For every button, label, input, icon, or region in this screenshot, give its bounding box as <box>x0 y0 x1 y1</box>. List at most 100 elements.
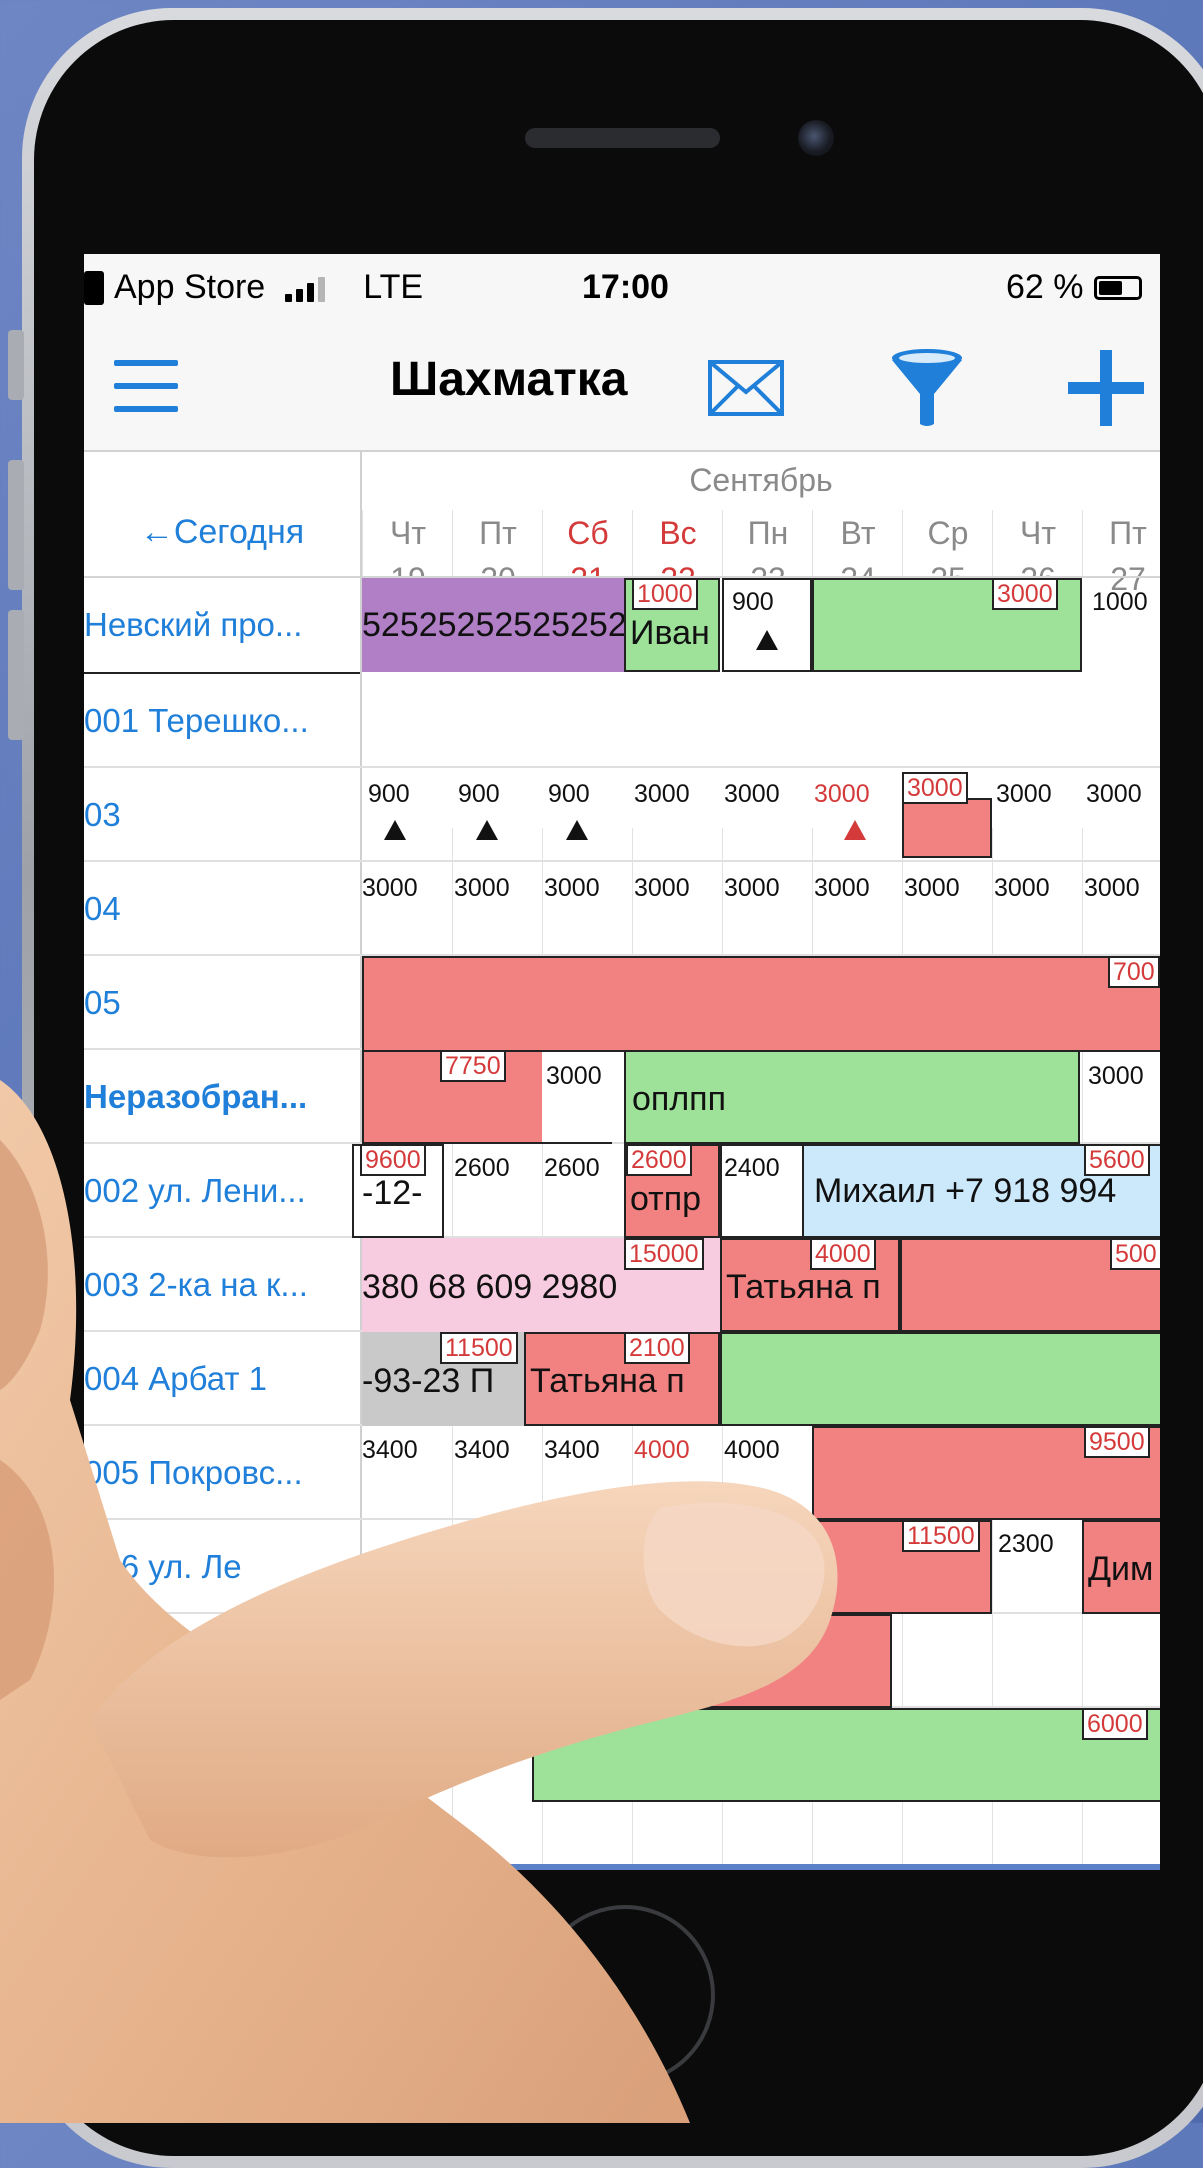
price: 3000 <box>1086 780 1142 808</box>
room-label[interactable]: 005 Покровс... <box>84 1426 360 1520</box>
home-button[interactable] <box>535 1905 715 2085</box>
day-header[interactable]: Ср25 <box>902 510 993 597</box>
price-tag: 15000 <box>624 1238 704 1270</box>
booking-guest: Дим <box>1088 1550 1154 1588</box>
day-header[interactable]: Пн23 <box>722 510 813 597</box>
booking-guest: оплпп <box>632 1080 726 1118</box>
page-title: Шахматка <box>390 353 628 406</box>
signal-icon <box>285 274 326 302</box>
room-label[interactable]: 002 ул. Лени... <box>84 1144 360 1238</box>
room-label[interactable]: 004 Арбат 1 <box>84 1332 360 1426</box>
price: 2600 <box>544 1154 600 1182</box>
room-label[interactable]: 003 2-ка на к... <box>84 1238 360 1332</box>
day-header[interactable]: Пт 27 <box>1082 510 1160 597</box>
nav-bar: Шахматка <box>84 322 1160 452</box>
price-tag: 9600 <box>360 1144 426 1176</box>
price: 3000 <box>546 1062 602 1090</box>
price: 4000 <box>724 1436 780 1464</box>
price: 2400 <box>724 1154 780 1182</box>
phone-screen: App Store LTE 17:00 62 % Шахматка Сентяб… <box>84 254 1160 1870</box>
back-to-app-icon[interactable] <box>84 270 104 305</box>
price-tag: 700 <box>1108 956 1160 988</box>
warning-icon <box>384 820 406 840</box>
booking-guest: 5252525252525252 <box>362 606 624 644</box>
back-app-label[interactable]: App Store <box>114 268 265 307</box>
warning-icon <box>756 630 778 650</box>
booking-guest: Татьяна п <box>530 1362 685 1400</box>
day-header[interactable]: Чт19 <box>362 510 453 597</box>
warning-icon <box>566 820 588 840</box>
price: 900 <box>548 780 590 808</box>
day-header[interactable]: Сб21 <box>542 510 633 597</box>
price: 3000 <box>454 874 510 902</box>
booking-grid: Сентябрь ←Сегодня Чт19 Пт20 Сб21 Вс22 Пн… <box>84 450 1160 1870</box>
price: 3000 <box>544 874 600 902</box>
booking-block[interactable] <box>362 956 1160 1052</box>
room-label[interactable]: 006 ул. Ле <box>84 1520 360 1614</box>
day-header[interactable]: Вт24 <box>812 510 903 597</box>
day-header[interactable]: Вс22 <box>632 510 723 597</box>
price-tag: 500 <box>1110 1238 1160 1270</box>
price-tag: 5600 <box>1084 1144 1150 1176</box>
mail-icon[interactable] <box>708 360 784 421</box>
booking-guest: Иван <box>630 614 710 652</box>
day-header[interactable]: Чт26 <box>992 510 1083 597</box>
menu-icon[interactable] <box>114 360 178 412</box>
day-header[interactable]: Пт20 <box>452 510 543 597</box>
add-icon[interactable] <box>1068 348 1144 433</box>
price-tag: 7750 <box>440 1050 506 1082</box>
booking-block[interactable] <box>632 1614 892 1708</box>
price: 3000 <box>996 780 1052 808</box>
price: 3000 <box>724 874 780 902</box>
status-time: 17:00 <box>582 268 669 306</box>
booking-guest: отпр <box>630 1180 702 1218</box>
price-tag: 2100 <box>624 1332 690 1364</box>
booking-block[interactable] <box>902 798 992 858</box>
price: 3400 <box>454 1436 510 1464</box>
price: 3000 <box>814 780 870 808</box>
price-tag: 2600 <box>626 1144 692 1176</box>
room-label[interactable]: 05 <box>84 956 360 1050</box>
price: 3000 <box>634 874 690 902</box>
room-label[interactable]: 03 <box>84 768 360 862</box>
battery-icon <box>1093 275 1142 300</box>
price: 3000 <box>994 874 1050 902</box>
booking-block[interactable] <box>532 1708 1160 1802</box>
today-button[interactable]: ←Сегодня <box>84 490 360 574</box>
booking-guest: Михаил +7 918 994 <box>814 1172 1117 1210</box>
warning-icon <box>844 820 866 840</box>
price: 900 <box>368 780 410 808</box>
room-label[interactable]: 001 Терешко... <box>84 674 360 768</box>
price: 3000 <box>814 874 870 902</box>
front-camera <box>798 120 834 156</box>
booking-guest: Татьяна п <box>726 1268 881 1306</box>
status-bar: App Store LTE 17:00 62 % <box>84 254 1160 322</box>
mute-switch <box>8 330 24 400</box>
price: 4000 <box>634 1436 690 1464</box>
price: 2300 <box>998 1530 1054 1558</box>
room-label[interactable]: 04 <box>84 862 360 956</box>
price: 3000 <box>904 874 960 902</box>
price-tag: 3000 <box>992 578 1058 610</box>
price-tag: 6000 <box>1082 1708 1148 1740</box>
price: 3000 <box>1088 1062 1144 1090</box>
price-tag: 9500 <box>1084 1426 1150 1458</box>
earpiece-speaker <box>525 128 720 148</box>
booking-guest: -93-23 П <box>362 1362 495 1400</box>
price: 1000 <box>1092 588 1148 616</box>
booking-block[interactable] <box>720 1332 1160 1426</box>
price: 2600 <box>454 1154 510 1182</box>
price: 3000 <box>1084 874 1140 902</box>
price-tag: 3000 <box>902 772 968 804</box>
warning-icon <box>476 820 498 840</box>
room-label[interactable]: Невский про... <box>84 578 360 672</box>
booking-guest: 380 68 609 2980 <box>362 1268 618 1306</box>
room-label[interactable]: Неразобран... <box>84 1050 360 1144</box>
price-tag: 4000 <box>810 1238 876 1270</box>
filter-icon[interactable] <box>890 348 964 433</box>
price: 3000 <box>362 874 418 902</box>
price: 3400 <box>362 1436 418 1464</box>
month-label: Сентябрь <box>689 462 833 498</box>
price-tag: 1000 <box>632 578 698 610</box>
price: 900 <box>458 780 500 808</box>
